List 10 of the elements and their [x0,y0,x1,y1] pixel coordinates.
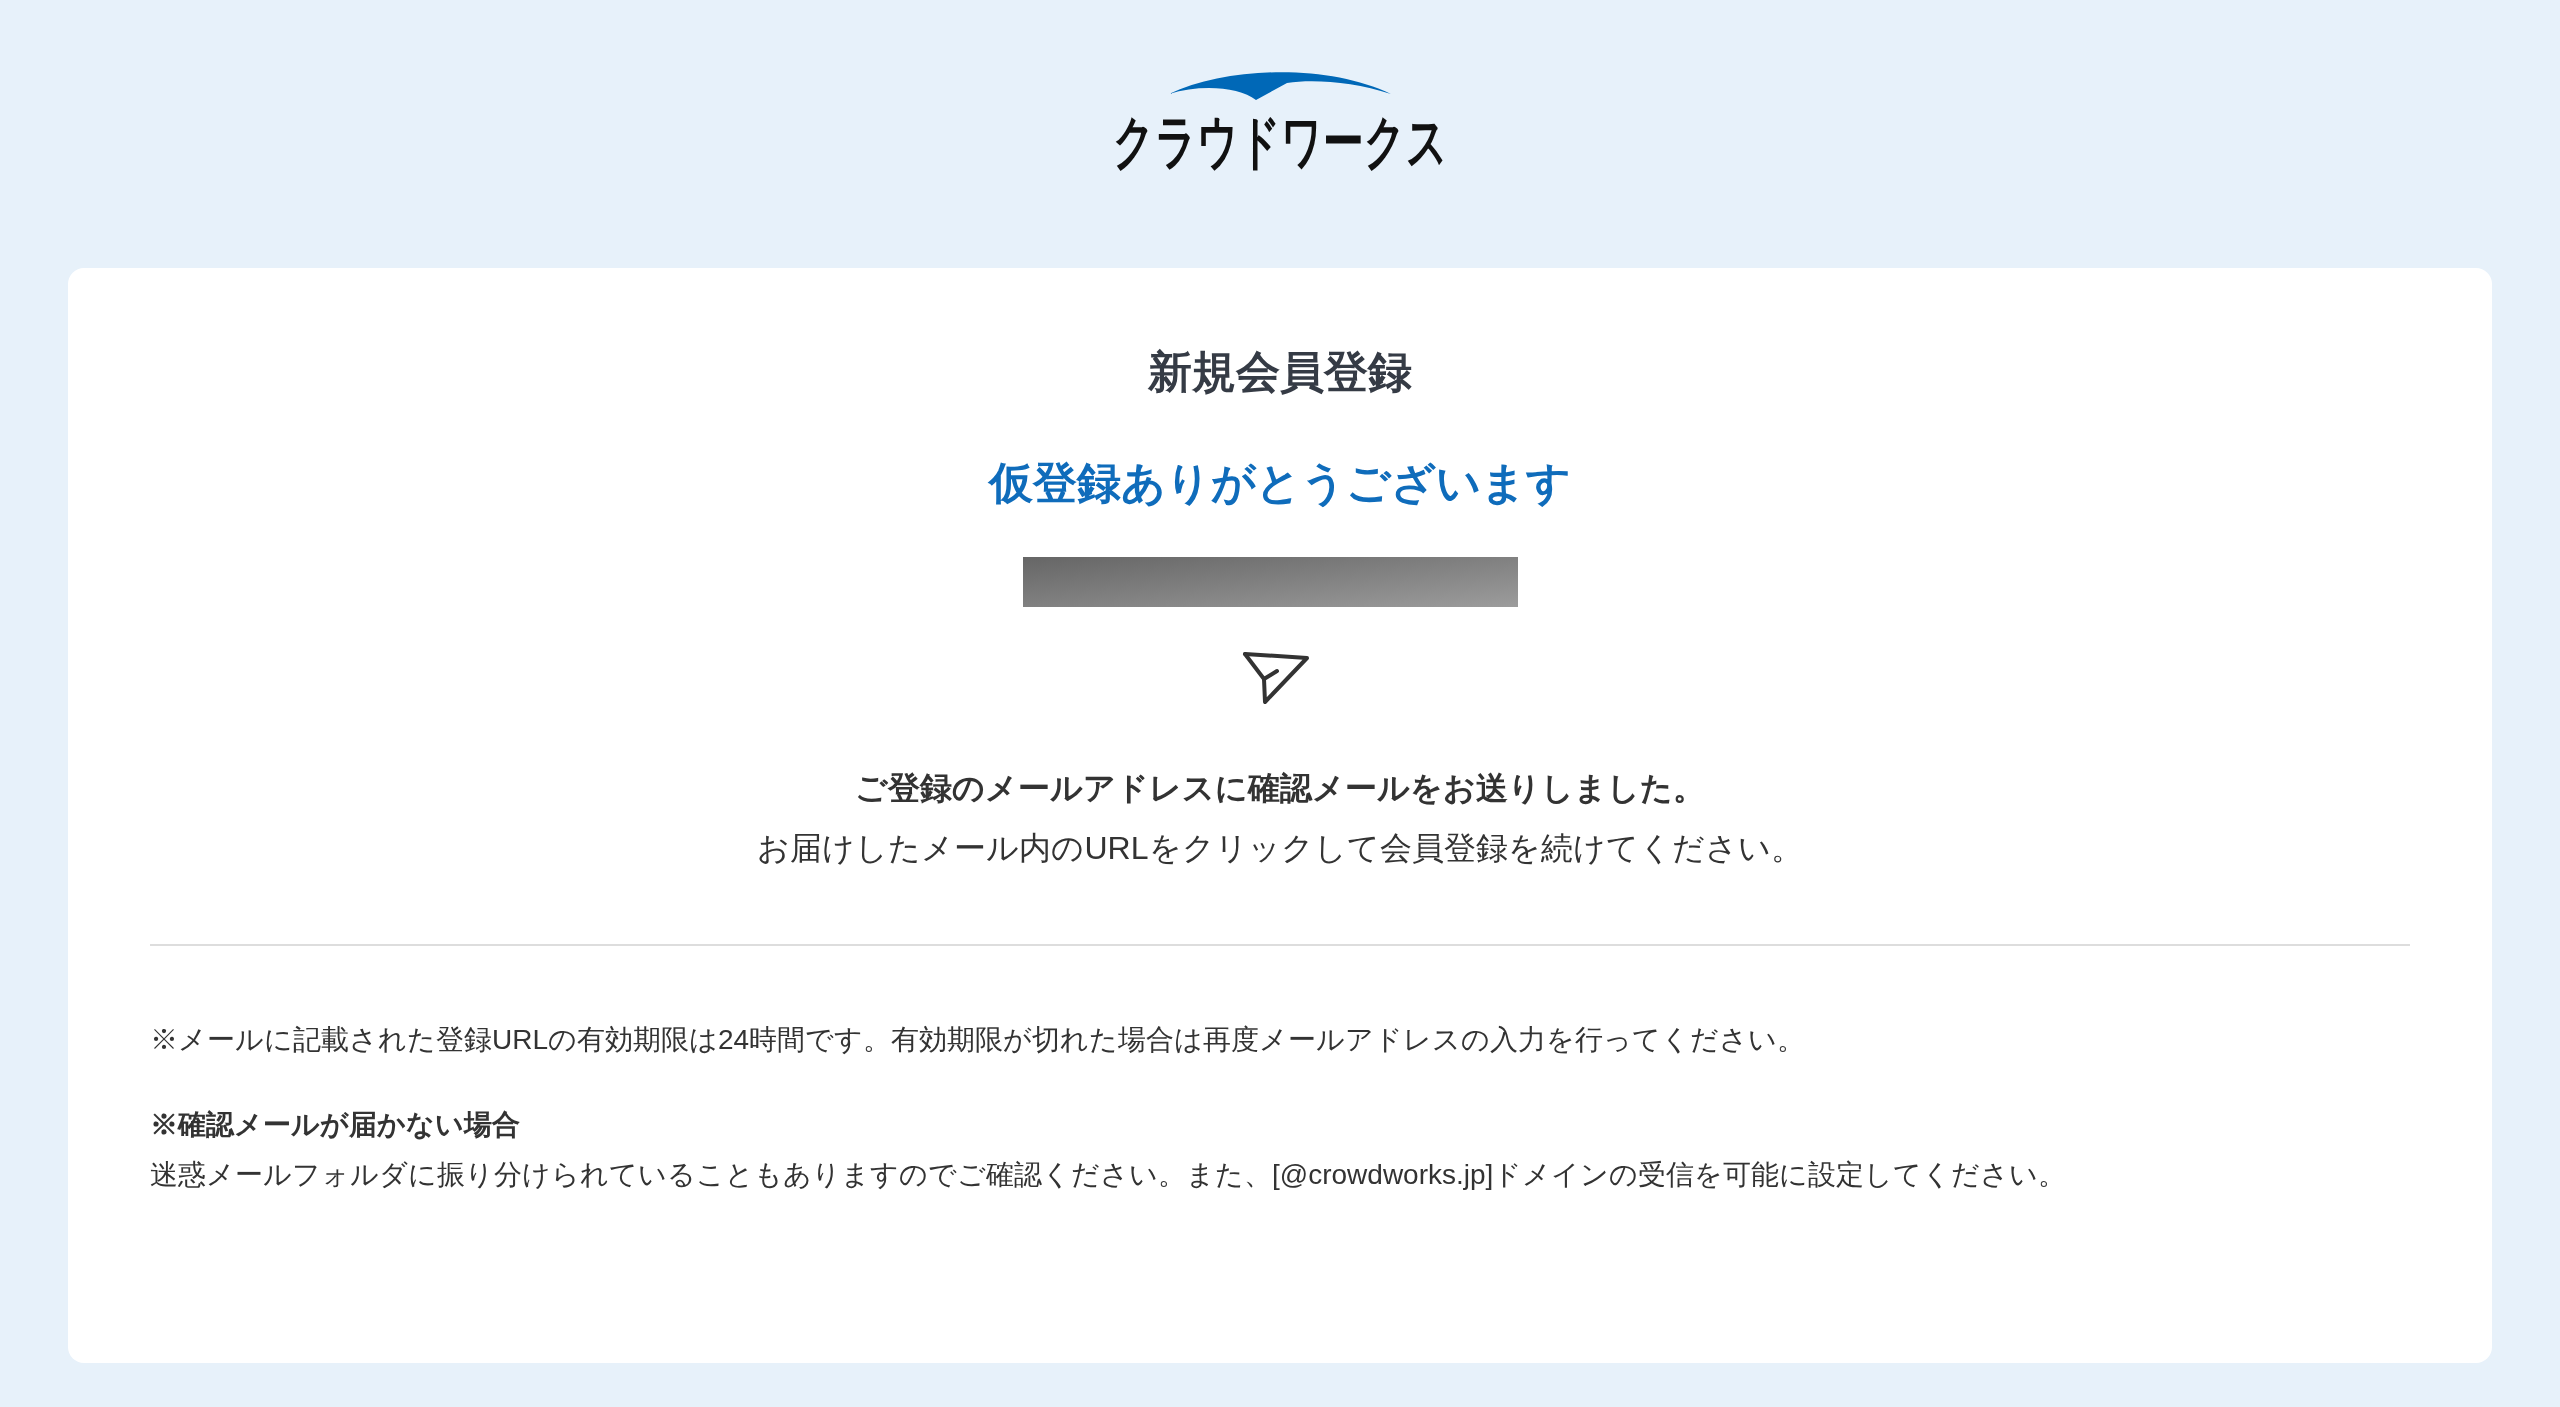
paper-plane-icon [1241,650,1311,706]
logo-swoosh-icon [1169,70,1391,100]
instruction-text: お届けしたメール内のURLをクリックして会員登録を続けてください。 [757,829,1803,868]
note-text: 迷惑メールフォルダに振り分けられていることもありますのでご確認ください。また、[@crowdworks.jp]ドメインの受信を可能に設定してください。 [150,1158,2068,1192]
note-text: ※メールに記載された登録URLの有効期限は24時間です。有効期限が切れた場合は再度メールアドレスの入力を行ってください。 [150,1023,1807,1057]
thank-you-heading: 仮登録ありがとうございます [989,457,1571,509]
logo-text: クラウドワークス [1112,112,1448,173]
confirmation-message: ご登録のメールアドレスに確認メールをお送りしました。 [855,769,1705,808]
page-title: 新規会員登録 [1148,346,1412,398]
note-heading: ※確認メールが届かない場合 [150,1108,521,1142]
